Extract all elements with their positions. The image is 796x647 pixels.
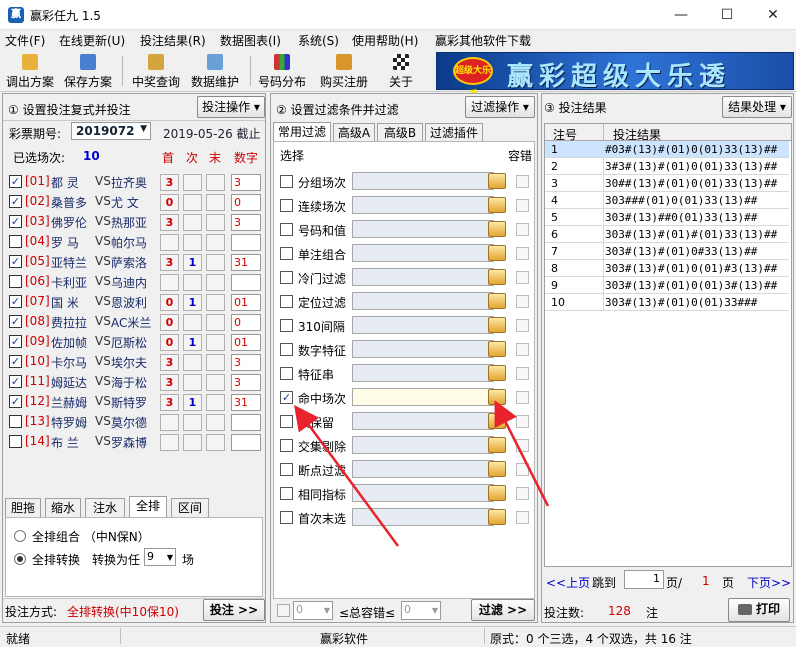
status-ready: 就绪 xyxy=(6,632,31,646)
status-software: 赢彩软件 xyxy=(320,632,369,646)
status-bar: 就绪 赢彩软件 原式：0 个三选，4 个双选，共 16 注 xyxy=(0,626,796,646)
annotation-arrow-right xyxy=(494,400,550,507)
status-summary: 原式：0 个三选，4 个双选，共 16 注 xyxy=(490,632,692,646)
annotation-arrows xyxy=(294,400,550,547)
annotation-arrow-left xyxy=(294,404,400,547)
